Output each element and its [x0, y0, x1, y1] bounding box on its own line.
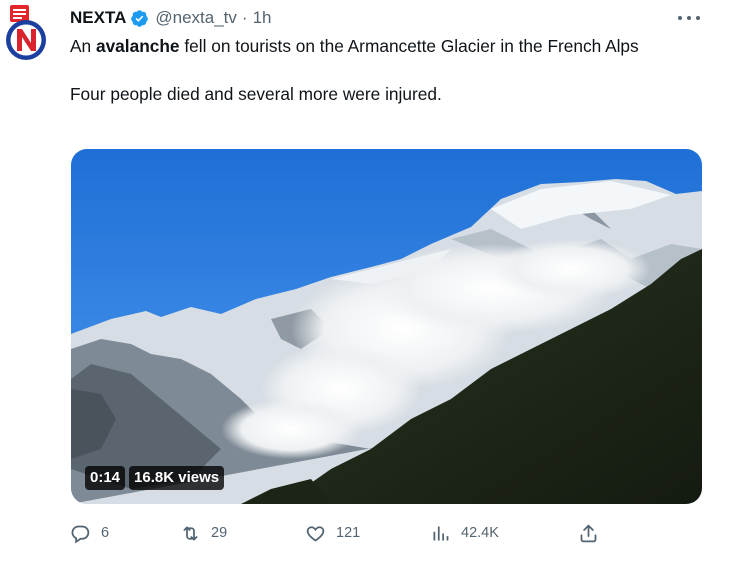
reply-button[interactable]: 6: [70, 520, 109, 546]
reply-count: 6: [101, 525, 110, 541]
retweet-icon: [183, 526, 198, 540]
like-count: 121: [336, 525, 361, 541]
retweet-button[interactable]: 29: [180, 520, 227, 546]
timestamp[interactable]: 1h: [253, 8, 272, 28]
nexta-logo-icon: [6, 5, 46, 60]
tweet[interactable]: NEXTA @nexta_tv · 1h An avalanche fell o…: [0, 0, 732, 562]
tweet-paragraph-2: Four people died and several more were i…: [70, 84, 442, 104]
text-segment: fell on tourists on the Armancette Glaci…: [179, 36, 639, 56]
share-button[interactable]: [578, 520, 599, 546]
bold-word: avalanche: [95, 36, 180, 56]
video-views: 16.8K views: [129, 466, 225, 490]
more-dot-icon: [678, 16, 682, 20]
views-chart-icon: [433, 526, 449, 540]
author-handle[interactable]: @nexta_tv: [155, 8, 237, 28]
video-badges: 0:14 16.8K views: [85, 466, 225, 490]
avalanche-video-thumbnail: [71, 149, 702, 504]
retweet-count: 29: [211, 525, 228, 541]
more-options-button[interactable]: [678, 8, 700, 28]
tweet-text: An avalanche fell on tourists on the Arm…: [70, 34, 690, 106]
action-bar: 6 29 121 42.4K: [70, 520, 610, 546]
author-name[interactable]: NEXTA: [70, 8, 126, 28]
reply-icon: [71, 525, 90, 543]
more-dot-icon: [687, 16, 691, 20]
avatar[interactable]: [4, 4, 48, 60]
heart-icon: [306, 525, 325, 542]
text-segment: An: [70, 36, 96, 56]
like-button[interactable]: 121: [305, 520, 360, 546]
video-player[interactable]: 0:14 16.8K views: [71, 149, 702, 504]
tweet-paragraph-1: An avalanche fell on tourists on the Arm…: [70, 34, 690, 58]
share-icon: [580, 524, 597, 542]
views-button[interactable]: 42.4K: [430, 520, 499, 546]
verified-badge-icon[interactable]: [130, 9, 149, 28]
tweet-header: NEXTA @nexta_tv · 1h: [70, 7, 271, 29]
more-dot-icon: [696, 16, 700, 20]
separator-dot: ·: [241, 8, 248, 27]
video-duration: 0:14: [85, 466, 126, 490]
views-count: 42.4K: [461, 525, 499, 541]
